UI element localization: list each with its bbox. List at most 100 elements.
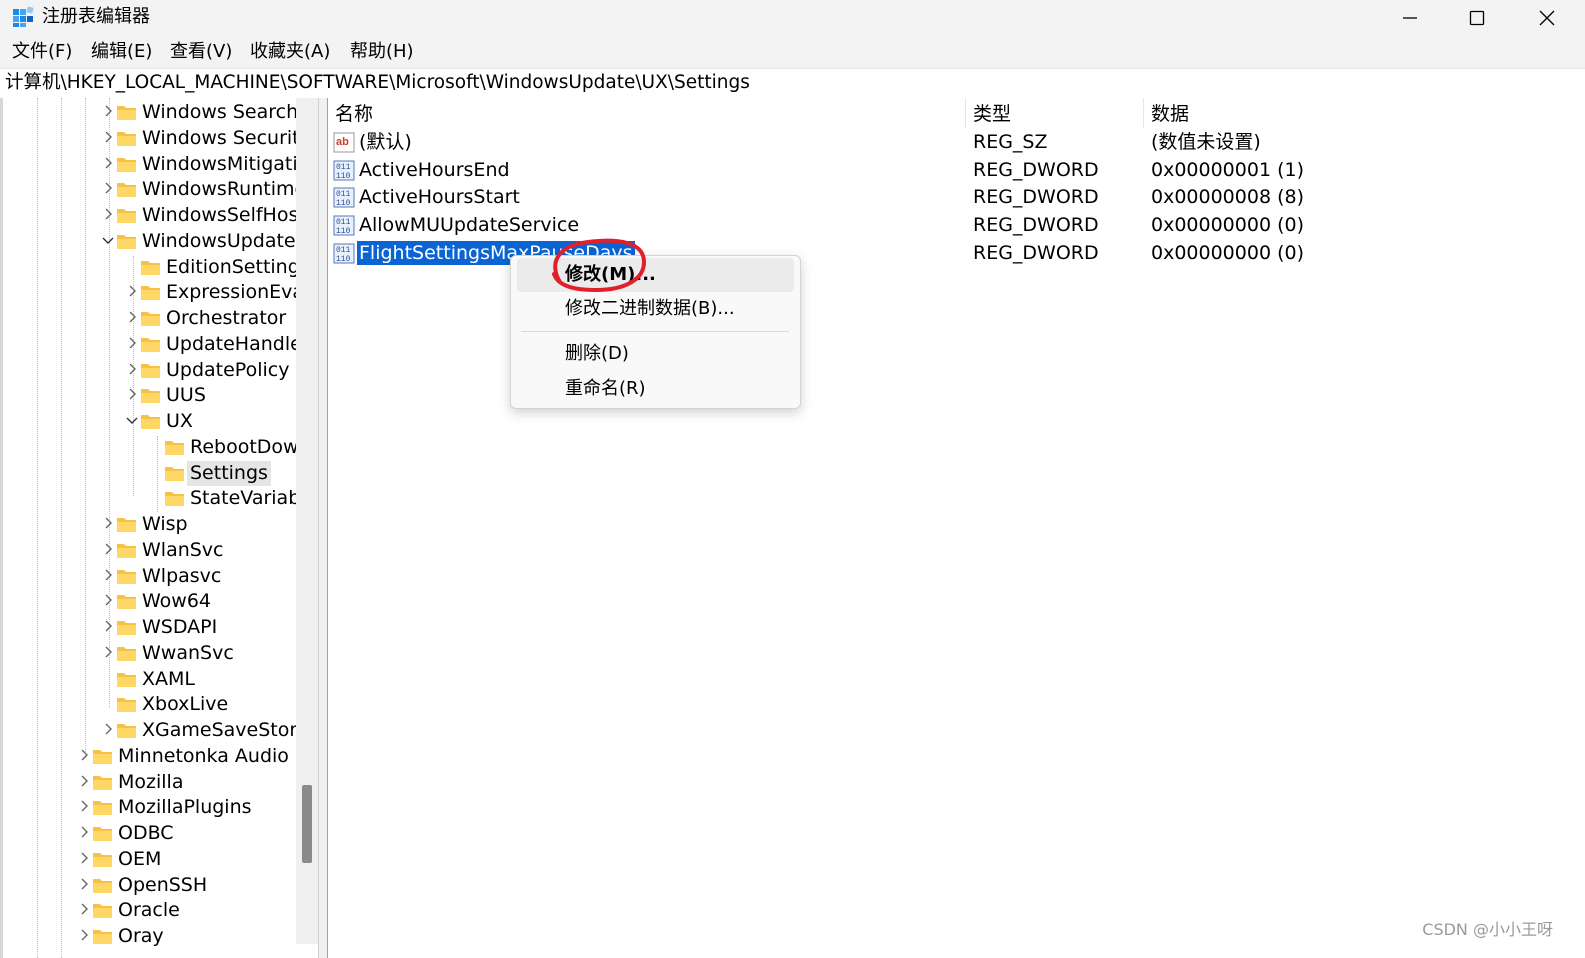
chevron-right-icon[interactable] bbox=[125, 336, 139, 350]
menu-item-modify[interactable]: 修改(M)... bbox=[517, 258, 794, 292]
chevron-right-icon[interactable] bbox=[77, 825, 91, 839]
value-row[interactable]: 011 110 AllowMUUpdateService REG_DWORD 0x000… bbox=[328, 212, 1585, 239]
chevron-right-icon[interactable] bbox=[125, 362, 139, 376]
value-name: (默认) bbox=[359, 131, 412, 153]
chevron-right-icon[interactable] bbox=[125, 284, 139, 298]
maximize-button[interactable] bbox=[1445, 0, 1509, 36]
chevron-right-icon[interactable] bbox=[77, 774, 91, 788]
folder-icon bbox=[165, 466, 184, 481]
value-name: AllowMUUpdateService bbox=[359, 214, 580, 237]
chevron-right-icon[interactable] bbox=[101, 619, 115, 633]
folder-icon bbox=[93, 930, 112, 944]
column-divider[interactable] bbox=[965, 98, 966, 128]
menu-item-delete[interactable]: 删除(D) bbox=[517, 337, 794, 371]
tree-node-label: Oracle bbox=[118, 899, 180, 922]
value-row[interactable]: 011 110 ActiveHoursEnd REG_DWORD 0x00000001 … bbox=[328, 157, 1585, 184]
chevron-right-icon[interactable] bbox=[101, 207, 115, 221]
folder-icon bbox=[93, 749, 112, 764]
chevron-down-icon[interactable] bbox=[125, 413, 139, 427]
value-row[interactable]: ab (默认) REG_SZ (数值未设置) bbox=[328, 129, 1585, 156]
tree-node-label: WindowsUpdate bbox=[142, 229, 296, 252]
value-type: REG_DWORD bbox=[973, 241, 1099, 264]
menu-favorites[interactable]: 收藏夹(A) bbox=[250, 41, 330, 63]
value-type: REG_DWORD bbox=[973, 214, 1099, 237]
column-divider[interactable] bbox=[1143, 98, 1144, 128]
folder-icon bbox=[117, 106, 136, 120]
folder-icon bbox=[165, 492, 184, 507]
chevron-right-icon[interactable] bbox=[77, 928, 91, 942]
address-path[interactable]: 计算机\HKEY_LOCAL_MACHINE\SOFTWARE\Microsof… bbox=[5, 72, 750, 94]
folder-icon bbox=[117, 543, 136, 558]
value-name: ActiveHoursStart bbox=[359, 186, 520, 209]
folder-icon bbox=[141, 286, 160, 301]
value-row[interactable]: 011 110 ActiveHoursStart REG_DWORD 0x0000000… bbox=[328, 184, 1585, 211]
string-value-icon: ab bbox=[333, 132, 355, 153]
folder-icon bbox=[117, 698, 136, 713]
menu-view[interactable]: 查看(V) bbox=[170, 41, 232, 63]
maximize-icon bbox=[1469, 10, 1485, 26]
chevron-right-icon[interactable] bbox=[77, 748, 91, 762]
chevron-right-icon[interactable] bbox=[101, 181, 115, 195]
menu-edit[interactable]: 编辑(E) bbox=[91, 41, 152, 63]
chevron-right-icon[interactable] bbox=[101, 568, 115, 582]
folder-icon bbox=[165, 440, 184, 455]
chevron-right-icon[interactable] bbox=[77, 902, 91, 916]
close-button[interactable] bbox=[1515, 0, 1579, 36]
value-data: 0x00000008 (8) bbox=[1151, 186, 1304, 209]
chevron-right-icon[interactable] bbox=[77, 851, 91, 865]
menu-item-rename-label: 重命名(R) bbox=[565, 378, 646, 399]
menu-item-modify-binary[interactable]: 修改二进制数据(B)... bbox=[517, 292, 794, 326]
value-data: 0x00000000 (0) bbox=[1151, 214, 1304, 237]
svg-text:011: 011 bbox=[336, 190, 351, 199]
tree-node-label: UpdateHandle bbox=[166, 332, 302, 355]
chevron-right-icon[interactable] bbox=[101, 593, 115, 607]
chevron-right-icon[interactable] bbox=[77, 799, 91, 813]
column-header-data[interactable]: 数据 bbox=[1151, 102, 1189, 126]
chevron-right-icon[interactable] bbox=[101, 542, 115, 556]
chevron-right-icon[interactable] bbox=[101, 722, 115, 736]
value-list[interactable]: 名称 类型 数据 ab (默认) REG_SZ (数值未设置) 011 110 Active… bbox=[328, 98, 1585, 958]
svg-text:110: 110 bbox=[336, 255, 351, 264]
menu-item-rename[interactable]: 重命名(R) bbox=[517, 372, 794, 406]
folder-icon bbox=[117, 157, 136, 172]
menu-help[interactable]: 帮助(H) bbox=[350, 41, 414, 63]
address-bar[interactable]: 计算机\HKEY_LOCAL_MACHINE\SOFTWARE\Microsof… bbox=[0, 68, 1585, 99]
chevron-right-icon[interactable] bbox=[101, 104, 115, 118]
tree-guide-line bbox=[85, 98, 86, 758]
tree-node-label: Minnetonka Audio S bbox=[118, 744, 308, 767]
folder-icon bbox=[117, 209, 136, 223]
tree-node-label: UX bbox=[166, 410, 193, 432]
chevron-right-icon[interactable] bbox=[101, 645, 115, 659]
chevron-right-icon[interactable] bbox=[125, 310, 139, 324]
chevron-right-icon[interactable] bbox=[101, 156, 115, 170]
tree-node-label: WlanSvc bbox=[142, 538, 224, 561]
svg-text:011: 011 bbox=[336, 246, 351, 255]
column-header-name[interactable]: 名称 bbox=[335, 102, 373, 126]
menu-item-modify-binary-label: 修改二进制数据(B)... bbox=[565, 298, 735, 319]
folder-icon bbox=[141, 363, 160, 378]
tree-scrollbar-thumb[interactable] bbox=[302, 785, 312, 863]
key-tree[interactable]: Windows Search Windows Security WindowsMit… bbox=[0, 98, 318, 958]
folder-icon bbox=[117, 131, 136, 146]
chevron-right-icon[interactable] bbox=[101, 130, 115, 144]
folder-icon bbox=[93, 801, 112, 816]
close-icon bbox=[1539, 10, 1555, 26]
menu-file[interactable]: 文件(F) bbox=[12, 41, 72, 63]
chevron-right-icon[interactable] bbox=[125, 387, 139, 401]
pane-splitter[interactable] bbox=[318, 98, 328, 958]
chevron-right-icon[interactable] bbox=[77, 877, 91, 891]
minimize-button[interactable] bbox=[1378, 0, 1442, 36]
minimize-icon bbox=[1403, 17, 1417, 19]
folder-icon bbox=[141, 312, 160, 326]
folder-icon bbox=[117, 518, 136, 532]
tree-node-label: EditionSettings bbox=[166, 255, 310, 278]
tree-node-label: Windows Search bbox=[142, 101, 299, 123]
folder-icon bbox=[117, 595, 136, 610]
folder-icon bbox=[93, 878, 112, 893]
folder-icon bbox=[141, 389, 160, 404]
column-header-type[interactable]: 类型 bbox=[973, 102, 1011, 126]
chevron-down-icon[interactable] bbox=[101, 233, 115, 247]
folder-icon bbox=[117, 183, 136, 198]
tree-node-label: XGameSaveStorag bbox=[142, 719, 318, 741]
chevron-right-icon[interactable] bbox=[101, 516, 115, 530]
